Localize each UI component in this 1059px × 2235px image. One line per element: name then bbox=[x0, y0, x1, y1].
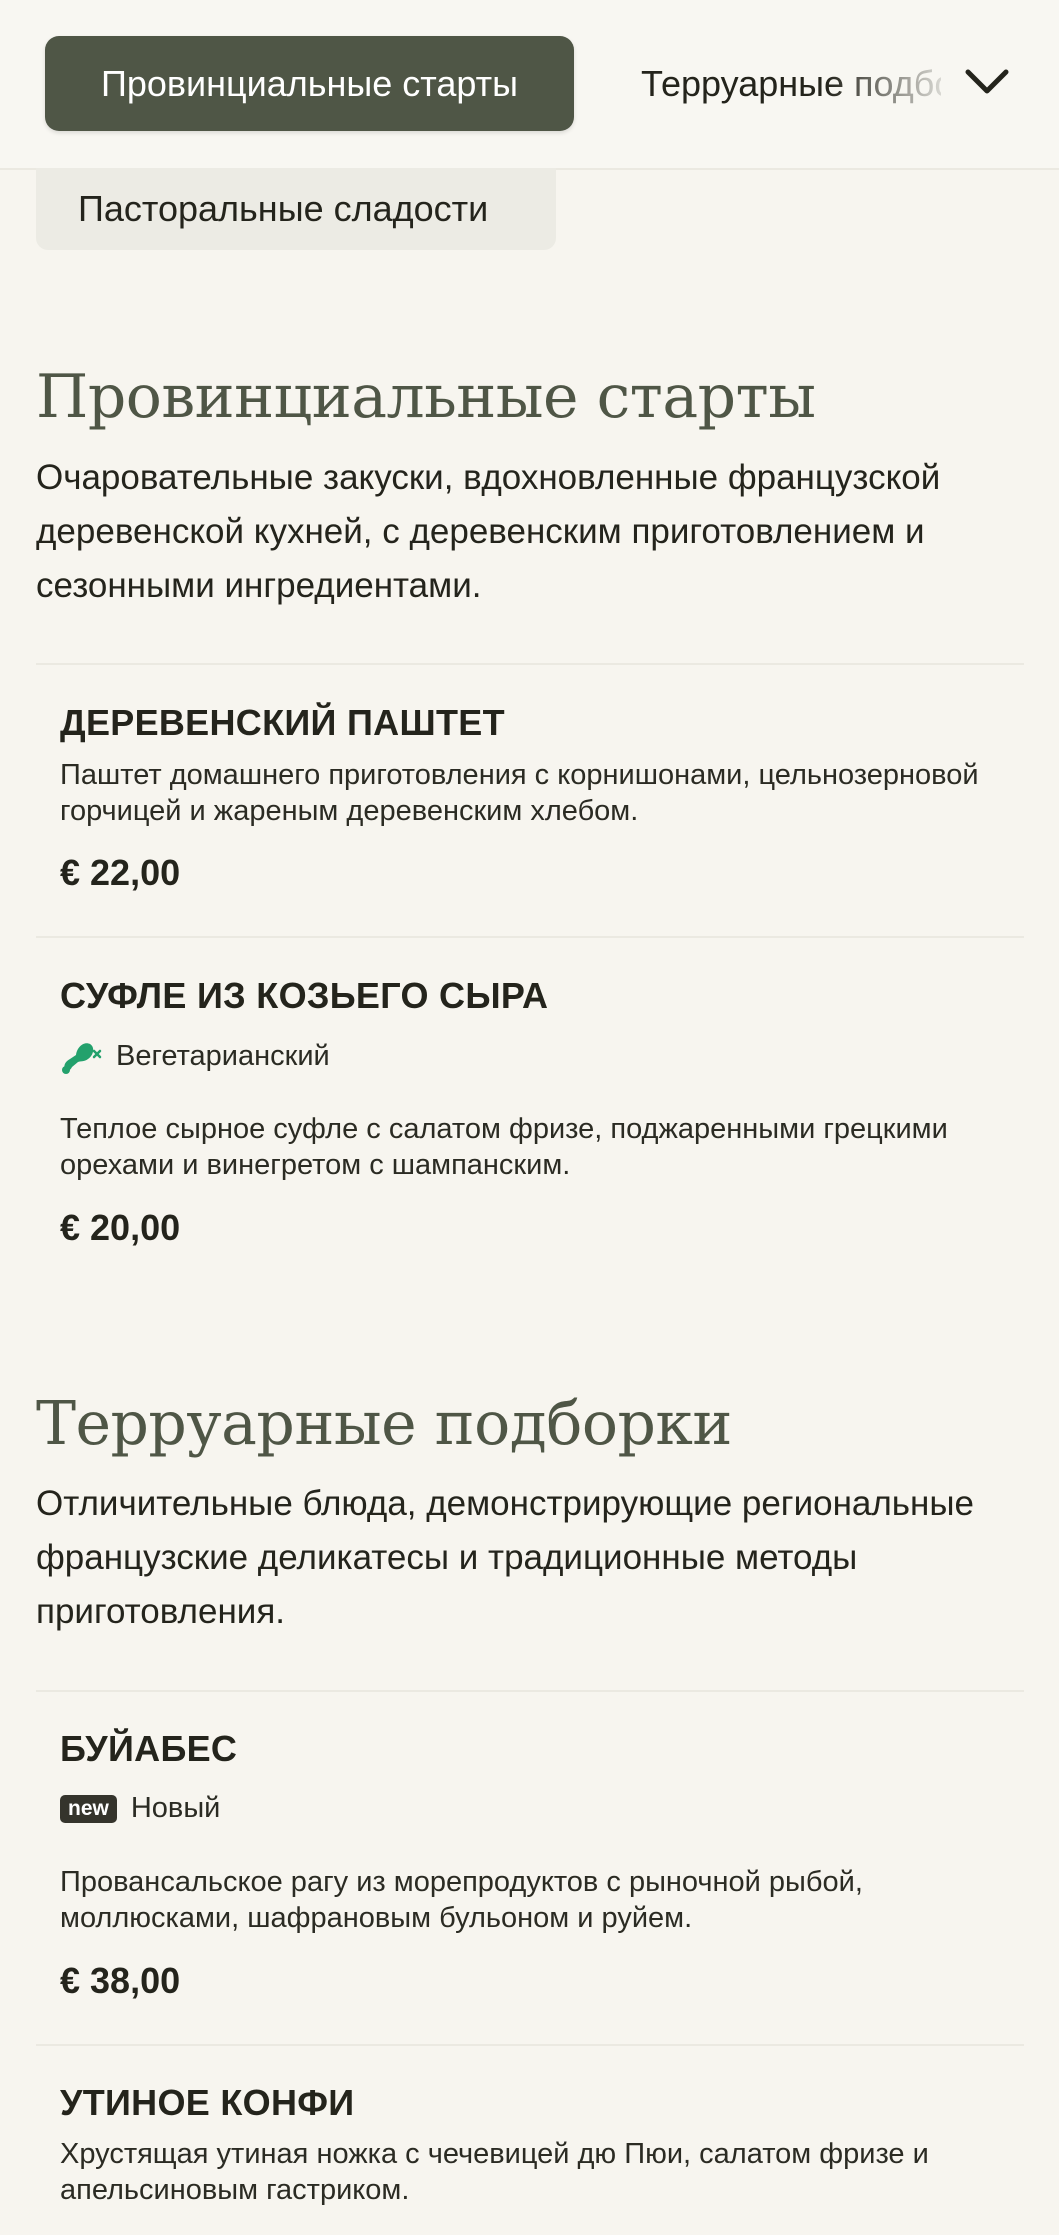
menu-item-price: € 22,00 bbox=[60, 852, 181, 893]
section-title: Терруарные подборки bbox=[36, 1389, 732, 1459]
divider bbox=[36, 1690, 1024, 1692]
section-description: Отличительные блюда, демонстрирующие рег… bbox=[36, 1484, 974, 1631]
menu-item-name: ДЕРЕВЕНСКИЙ ПАШТЕТ bbox=[60, 702, 505, 743]
menu-item-description: Теплое сырное суфле с салатом фризе, под… bbox=[60, 1113, 948, 1181]
vegetarian-drumstick-icon bbox=[60, 1037, 102, 1075]
menu-item-price: € 20,00 bbox=[60, 1207, 181, 1248]
divider bbox=[36, 2044, 1024, 2046]
category-tab-terroir[interactable]: Терруарные подборки bbox=[641, 36, 941, 131]
section-title: Провинциальные старты bbox=[36, 362, 816, 432]
category-tab-pastoral-sweets[interactable]: Пасторальные сладости bbox=[36, 168, 556, 250]
category-tab-label: Пасторальные сладости bbox=[78, 188, 489, 229]
menu-item-description: Хрустящая утиная ножка с чечевицей дю Пю… bbox=[60, 2138, 929, 2206]
category-tab-provincial-starters[interactable]: Провинциальные старты bbox=[45, 36, 574, 131]
expand-categories-button[interactable] bbox=[955, 50, 1019, 114]
new-tag: new Новый bbox=[60, 1792, 220, 1825]
section-description: Очаровательные закуски, вдохновленные фр… bbox=[36, 458, 941, 605]
menu-item-name: УТИНОЕ КОНФИ bbox=[60, 2082, 355, 2123]
category-tab-label: Терруарные подборки bbox=[641, 62, 941, 104]
new-badge: new bbox=[60, 1794, 117, 1823]
menu-item-description: Паштет домашнего приготовления с корнишо… bbox=[60, 759, 979, 827]
category-nav: Провинциальные старты Терруарные подборк… bbox=[0, 0, 1059, 170]
vegetarian-tag: Вегетарианский bbox=[60, 1037, 330, 1075]
menu-item-name: СУФЛЕ ИЗ КОЗЬЕГО СЫРА bbox=[60, 975, 549, 1016]
menu-item-name: БУЙАБЕС bbox=[60, 1728, 238, 1769]
menu-item-price: € 38,00 bbox=[60, 1960, 181, 2001]
vegetarian-tag-label: Вегетарианский bbox=[116, 1039, 330, 1072]
divider bbox=[36, 663, 1024, 665]
divider bbox=[36, 936, 1024, 938]
chevron-down-icon bbox=[965, 69, 1009, 94]
category-tab-label: Провинциальные старты bbox=[100, 62, 519, 104]
menu-item-description: Провансальское рагу из морепродуктов с р… bbox=[60, 1866, 863, 1934]
new-tag-label: Новый bbox=[130, 1792, 221, 1824]
